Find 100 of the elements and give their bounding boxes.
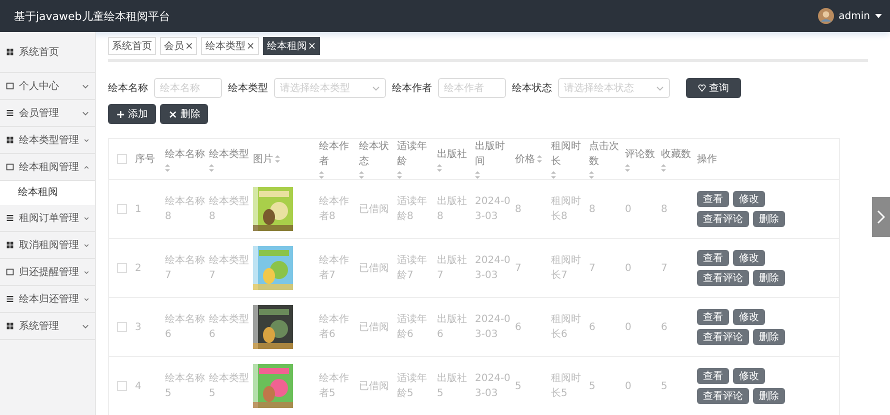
table-cell-text: 2 xyxy=(135,262,142,276)
table-cell-text: 0 xyxy=(625,380,632,394)
row-action-button[interactable]: 查看评论 xyxy=(697,270,749,286)
sidebar-item[interactable]: 会员管理 xyxy=(0,100,95,127)
sidebar-item[interactable]: 个人中心 xyxy=(0,73,95,100)
page-tab[interactable]: 系统首页 xyxy=(108,37,156,55)
row-action-button[interactable]: 修改 xyxy=(733,368,765,384)
table-cell-text: 8 xyxy=(515,202,522,216)
table-cell-text: 适读年龄8 xyxy=(397,194,428,224)
table-cell-text: 绘本类型6 xyxy=(209,312,249,342)
table-cell-text: 3 xyxy=(135,320,142,334)
column-header: 适读年龄 xyxy=(397,140,428,169)
table-cell-text: 绘本类型5 xyxy=(209,372,249,401)
table-cell-text: 租阅时长5 xyxy=(551,372,582,401)
field-label: 绘本类型 xyxy=(228,82,268,95)
column-header: 出版社 xyxy=(437,148,467,162)
table-cell-text: 已借阅 xyxy=(359,262,389,276)
table-cell-text: 适读年龄6 xyxy=(397,312,428,342)
sidebar-item[interactable]: 归还提醒管理 xyxy=(0,259,95,286)
column-header: 租阅时长 xyxy=(551,140,582,169)
table-cell-text: 2024-03-03 xyxy=(475,372,511,401)
row-action-button[interactable]: 删除 xyxy=(753,270,785,286)
table-cell-text: 5 xyxy=(515,380,522,394)
table-cell-text: 6 xyxy=(589,320,596,334)
action-button[interactable]: + 添加 xyxy=(108,104,156,124)
row-action-button[interactable]: 查看 xyxy=(697,368,729,384)
field-label: 绘本状态 xyxy=(512,82,552,95)
page-tab[interactable]: 会员× xyxy=(160,37,198,55)
row-action-button[interactable]: 删除 xyxy=(753,388,785,404)
sidebar-item[interactable]: 系统管理 xyxy=(0,313,95,340)
sidebar-item[interactable]: 租阅订单管理 xyxy=(0,205,95,232)
table-cell-text: 租阅时长6 xyxy=(551,312,582,342)
row-action-button[interactable]: 查看评论 xyxy=(697,329,749,345)
table-cell-text: 2024-03-03 xyxy=(475,313,511,342)
table-cell-text: 已借阅 xyxy=(359,202,389,216)
table-cell-text: 绘本类型8 xyxy=(209,194,249,224)
column-header: 图片 xyxy=(253,152,273,166)
column-header: 绘本名称 xyxy=(165,148,205,162)
column-header: 操作 xyxy=(697,152,717,166)
field-label: 绘本名称 xyxy=(108,82,148,95)
page-tab[interactable]: 绘本类型× xyxy=(201,37,259,55)
field-label: 绘本作者 xyxy=(392,82,432,95)
table-cell-text: 绘本名称6 xyxy=(165,312,205,342)
row-action-button[interactable]: 删除 xyxy=(753,211,785,227)
column-header: 绘本状态 xyxy=(359,140,390,169)
table-cell-text: 出版社7 xyxy=(437,254,468,283)
row-action-button[interactable]: 查看评论 xyxy=(697,388,749,404)
table-cell-text: 6 xyxy=(515,320,522,334)
row-action-button[interactable]: 删除 xyxy=(753,329,785,345)
sidebar-item[interactable]: 系统首页 xyxy=(0,32,95,73)
action-button[interactable]: × 删除 xyxy=(160,104,208,124)
table-cell-text: 8 xyxy=(661,202,668,216)
table-cell-text: 2024-03-03 xyxy=(475,254,511,283)
table-cell-text: 绘本名称8 xyxy=(165,194,205,224)
table-cell-text: 绘本名称7 xyxy=(165,254,205,283)
column-header: 收藏数 xyxy=(661,148,691,162)
column-header: 出版时间 xyxy=(475,140,506,169)
row-action-button[interactable]: 修改 xyxy=(733,309,765,325)
row-action-button[interactable]: 修改 xyxy=(733,250,765,266)
table-cell-text: 绘本类型7 xyxy=(209,254,249,283)
table-cell-text: 2024-03-03 xyxy=(475,195,511,224)
table-cell-text: 绘本名称5 xyxy=(165,372,205,401)
table-cell-text: 6 xyxy=(661,320,668,334)
row-action-button[interactable]: 查看 xyxy=(697,250,729,266)
table-cell-text: 5 xyxy=(589,380,596,394)
column-header: 绘本作者 xyxy=(319,140,350,169)
submenu-item[interactable]: 绘本租阅 xyxy=(0,181,95,205)
table-cell-text: 绘本作者5 xyxy=(319,372,350,401)
table-cell-text: 已借阅 xyxy=(359,320,389,334)
table-cell-text: 0 xyxy=(625,320,632,334)
table-cell-text: 7 xyxy=(661,262,668,276)
column-header: 评论数 xyxy=(625,148,655,162)
table-cell-text: 适读年龄7 xyxy=(397,254,428,283)
table-cell-text: 0 xyxy=(625,262,632,276)
table-cell-text: 适读年龄5 xyxy=(397,372,428,401)
table-cell-text: 8 xyxy=(589,202,596,216)
table-cell-text: 5 xyxy=(661,380,668,394)
table-cell-text: 出版社6 xyxy=(437,312,468,342)
user-menu[interactable]: admin xyxy=(838,10,870,22)
table-cell-text: 4 xyxy=(135,380,142,394)
table-cell-text: 绘本作者8 xyxy=(319,194,350,224)
table-cell-text: 绘本作者6 xyxy=(319,312,350,342)
row-action-button[interactable]: 修改 xyxy=(733,191,765,207)
page-tab[interactable]: 绘本租阅× xyxy=(262,37,320,55)
table-cell-text: 租阅时长8 xyxy=(551,194,582,224)
table-cell-text: 出版社8 xyxy=(437,194,468,224)
sidebar-item[interactable]: 绘本类型管理 xyxy=(0,127,95,154)
sidebar-item[interactable]: 绘本归还管理 xyxy=(0,286,95,313)
sidebar-item[interactable]: 取消租阅管理 xyxy=(0,232,95,259)
table-cell-text: 已借阅 xyxy=(359,380,389,394)
table-cell-text: 租阅时长7 xyxy=(551,254,582,283)
table-cell-text: 0 xyxy=(625,202,632,216)
column-header: 序号 xyxy=(135,152,155,166)
table-cell-text: 出版社5 xyxy=(437,372,468,401)
column-header: 绘本类型 xyxy=(209,148,249,162)
row-action-button[interactable]: 查看 xyxy=(697,191,729,207)
table-cell-text: 1 xyxy=(135,202,142,216)
search-button[interactable]: 查询 xyxy=(686,78,741,98)
row-action-button[interactable]: 查看评论 xyxy=(697,211,749,227)
row-action-button[interactable]: 查看 xyxy=(697,309,729,325)
